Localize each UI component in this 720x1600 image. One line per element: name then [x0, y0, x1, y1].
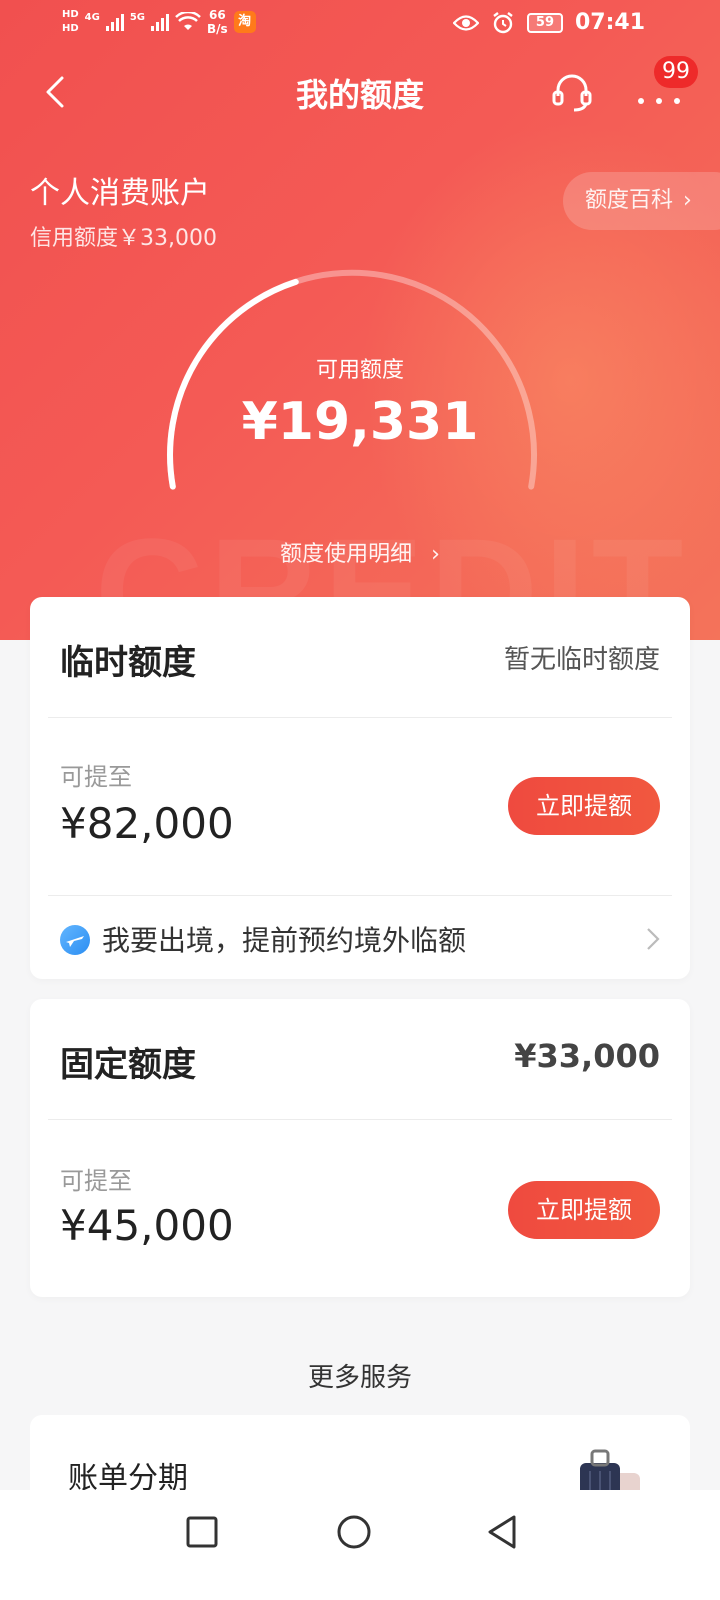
- customer-service-icon[interactable]: [550, 70, 594, 114]
- limit-usage-detail-label: 额度使用明细: [280, 542, 413, 567]
- fixed-limit-card: 固定额度 ¥33,000 可提至 ¥45,000 立即提额: [30, 999, 690, 1297]
- wifi-icon: [175, 12, 201, 30]
- limit-wiki-button[interactable]: 额度百科 ›: [563, 172, 720, 230]
- account-title: 个人消费账户: [30, 176, 210, 211]
- abroad-limit-text: 我要出境，提前预约境外临额: [102, 924, 467, 957]
- hero-header: CREDIT HD HD 4G 5G 66 B/s 淘 59 07:41 我的额…: [0, 0, 720, 640]
- battery-icon: 59: [526, 12, 563, 33]
- fixed-limit-amount: ¥33,000: [514, 1037, 660, 1075]
- system-nav-bar: [0, 1490, 720, 1600]
- back-nav-icon[interactable]: [482, 1512, 522, 1552]
- gauge-fill: [167, 278, 299, 490]
- hd-indicator: HD HD: [62, 9, 79, 34]
- fixed-raise-button[interactable]: 立即提额: [508, 1181, 660, 1239]
- alarm-icon: [493, 11, 513, 33]
- temporary-raise-button[interactable]: 立即提额: [508, 777, 660, 835]
- fixed-upto-value: ¥45,000: [60, 1201, 234, 1250]
- signal-icon: [105, 13, 124, 31]
- nav-bar: 我的额度: [0, 60, 720, 124]
- temporary-limit-status: 暂无临时额度: [503, 645, 660, 675]
- taobao-notification-icon: 淘: [233, 11, 256, 33]
- network-type-1: 4G: [84, 11, 100, 23]
- message-badge: 99: [654, 56, 698, 88]
- available-limit-label: 可用额度: [315, 358, 404, 383]
- limit-usage-detail-link[interactable]: 额度使用明细 ›: [0, 536, 720, 568]
- chevron-right-icon: [647, 928, 660, 950]
- page-title: 我的额度: [295, 76, 424, 114]
- more-services-title: 更多服务: [307, 1363, 412, 1393]
- status-bar: HD HD 4G 5G 66 B/s 淘 59 07:41: [0, 0, 720, 48]
- fixed-limit-title: 固定额度: [60, 1045, 196, 1085]
- eye-icon: [452, 14, 479, 31]
- clock: 07:41: [574, 10, 645, 35]
- network-speed: 66 B/s: [207, 8, 228, 36]
- chevron-right-icon: ›: [431, 542, 440, 567]
- home-icon[interactable]: [334, 1512, 374, 1552]
- divider: [48, 1119, 672, 1120]
- credit-limit: 信用额度￥33,000: [30, 226, 217, 251]
- fixed-upto-label: 可提至: [60, 1167, 132, 1195]
- temporary-upto-label: 可提至: [60, 763, 132, 791]
- chevron-right-icon: ›: [683, 188, 692, 213]
- available-limit-value: ¥19,331: [241, 392, 479, 452]
- temporary-upto-value: ¥82,000: [60, 799, 234, 848]
- recent-apps-icon[interactable]: [182, 1512, 222, 1552]
- divider: [48, 717, 672, 718]
- plane-icon: [60, 925, 90, 955]
- temporary-limit-title: 临时额度: [60, 643, 196, 683]
- signal-icon-2: [151, 13, 170, 31]
- divider: [48, 895, 672, 896]
- network-type-2: 5G: [129, 11, 146, 23]
- temporary-limit-card: 临时额度 暂无临时额度 可提至 ¥82,000 立即提额 我要出境，提前预约境外…: [30, 597, 690, 979]
- abroad-limit-row[interactable]: 我要出境，提前预约境外临额: [30, 899, 690, 979]
- limit-wiki-label: 额度百科: [585, 188, 674, 213]
